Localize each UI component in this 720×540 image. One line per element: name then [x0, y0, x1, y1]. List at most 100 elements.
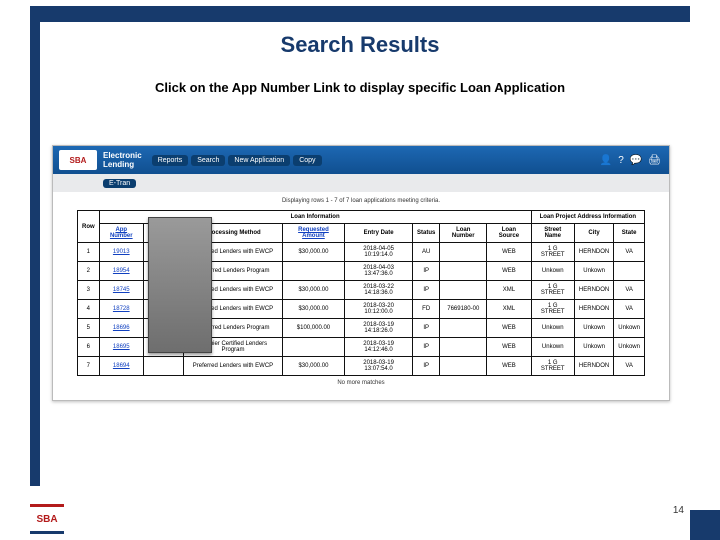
cell-row: 2 [78, 262, 100, 281]
col-entry: Entry Date [345, 224, 413, 243]
cell-status: IP [412, 262, 439, 281]
cell-status: AU [412, 243, 439, 262]
cell-state: VA [614, 300, 645, 319]
page-title: Search Results [0, 32, 720, 58]
app-number-link[interactable]: 18694 [113, 363, 130, 369]
print-icon[interactable]: 🖨 [648, 155, 661, 166]
cell-state: Unkown [614, 319, 645, 338]
cell-loan-name [143, 357, 183, 376]
cell-street: Unkown [531, 262, 574, 281]
cell-row: 4 [78, 300, 100, 319]
col-requested[interactable]: Requested Amount [282, 224, 345, 243]
cell-state: VA [614, 243, 645, 262]
cell-app-number[interactable]: 18745 [99, 281, 143, 300]
cell-app-number[interactable]: 18694 [99, 357, 143, 376]
cell-status: IP [412, 357, 439, 376]
app-screenshot: SBA Electronic Lending Reports Search Ne… [52, 145, 670, 401]
cell-requested: $30,000.00 [282, 300, 345, 319]
cell-entry: 2018-04-03 13:47:36.0 [345, 262, 413, 281]
cell-state: VA [614, 281, 645, 300]
tab-copy[interactable]: Copy [293, 155, 321, 166]
cell-source: XML [487, 300, 531, 319]
no-more-matches: No more matches [77, 376, 645, 392]
cell-status: IP [412, 281, 439, 300]
cell-city: HERNDON [574, 281, 613, 300]
subtab-etran[interactable]: E-Tran [103, 179, 136, 188]
cell-city: HERNDON [574, 243, 613, 262]
cell-app-number[interactable]: 18954 [99, 262, 143, 281]
cell-loan-num [440, 338, 487, 357]
tab-reports[interactable]: Reports [152, 155, 189, 166]
topbar-icons: 👤 ? 💬 🖨 [600, 155, 661, 166]
cell-requested: $30,000.00 [282, 357, 345, 376]
tab-search[interactable]: Search [191, 155, 225, 166]
cell-requested [282, 338, 345, 357]
app-number-link[interactable]: 18696 [113, 325, 130, 331]
app-topbar: SBA Electronic Lending Reports Search Ne… [53, 146, 669, 174]
cell-entry: 2018-03-22 14:18:36.0 [345, 281, 413, 300]
cell-entry: 2018-04-05 10:19:14.0 [345, 243, 413, 262]
chat-icon[interactable]: 💬 [630, 155, 642, 166]
sba-logo: SBA [59, 150, 97, 170]
cell-state [614, 262, 645, 281]
app-number-link[interactable]: 18695 [113, 344, 130, 350]
cell-city: Unkown [574, 338, 613, 357]
brand-text: Electronic Lending [103, 151, 142, 169]
cell-source: XML [487, 281, 531, 300]
cell-status: IP [412, 319, 439, 338]
cell-loan-num [440, 262, 487, 281]
cell-row: 7 [78, 357, 100, 376]
app-number-link[interactable]: 18745 [113, 287, 130, 293]
cell-city: Unkown [574, 262, 613, 281]
col-status: Status [412, 224, 439, 243]
app-number-link[interactable]: 18954 [113, 268, 130, 274]
cell-entry: 2018-03-19 13:07:54.0 [345, 357, 413, 376]
cell-requested: $30,000.00 [282, 243, 345, 262]
cell-source: WEB [487, 262, 531, 281]
col-loan-num: Loan Number [440, 224, 487, 243]
cell-street: 1 G STREET [531, 243, 574, 262]
help-icon[interactable]: ? [618, 155, 624, 166]
cell-processing: Preferred Lenders with EWCP [184, 357, 282, 376]
col-state: State [614, 224, 645, 243]
cell-source: WEB [487, 243, 531, 262]
row-count-text: Displaying rows 1 - 7 of 7 loan applicat… [53, 192, 669, 210]
cell-state: VA [614, 357, 645, 376]
col-row: Row [78, 211, 100, 243]
cell-loan-num [440, 281, 487, 300]
cell-requested [282, 262, 345, 281]
cell-state: Unkown [614, 338, 645, 357]
col-city: City [574, 224, 613, 243]
tab-new-application[interactable]: New Application [228, 155, 290, 166]
cell-app-number[interactable]: 18695 [99, 338, 143, 357]
cell-loan-num: 7669180-00 [440, 300, 487, 319]
nav-tabs: Reports Search New Application Copy [152, 155, 322, 166]
app-number-link[interactable]: 19013 [113, 249, 130, 255]
table-row: 7 18694 Preferred Lenders with EWCP$30,000… [78, 357, 645, 376]
cell-city: Unkown [574, 319, 613, 338]
cell-street: Unkown [531, 319, 574, 338]
cell-source: WEB [487, 357, 531, 376]
cell-loan-num [440, 243, 487, 262]
cell-app-number[interactable]: 18728 [99, 300, 143, 319]
col-street: Street Name [531, 224, 574, 243]
page-number: 14 [673, 505, 684, 516]
cell-row: 1 [78, 243, 100, 262]
col-app-number[interactable]: App Number [99, 224, 143, 243]
cell-status: FD [412, 300, 439, 319]
cell-app-number[interactable]: 18696 [99, 319, 143, 338]
cell-street: 1 G STREET [531, 357, 574, 376]
section-addr-info: Loan Project Address Information [531, 211, 644, 224]
cell-city: HERNDON [574, 300, 613, 319]
redaction-overlay [148, 217, 212, 353]
person-icon[interactable]: 👤 [600, 155, 612, 166]
app-number-link[interactable]: 18728 [113, 306, 130, 312]
cell-source: WEB [487, 319, 531, 338]
cell-street: Unkown [531, 338, 574, 357]
cell-street: 1 G STREET [531, 300, 574, 319]
cell-entry: 2018-03-20 10:12:00.0 [345, 300, 413, 319]
cell-app-number[interactable]: 19013 [99, 243, 143, 262]
cell-requested: $100,000.00 [282, 319, 345, 338]
cell-status: IP [412, 338, 439, 357]
results-table-wrap: Row Loan Information Loan Project Addres… [53, 210, 669, 400]
